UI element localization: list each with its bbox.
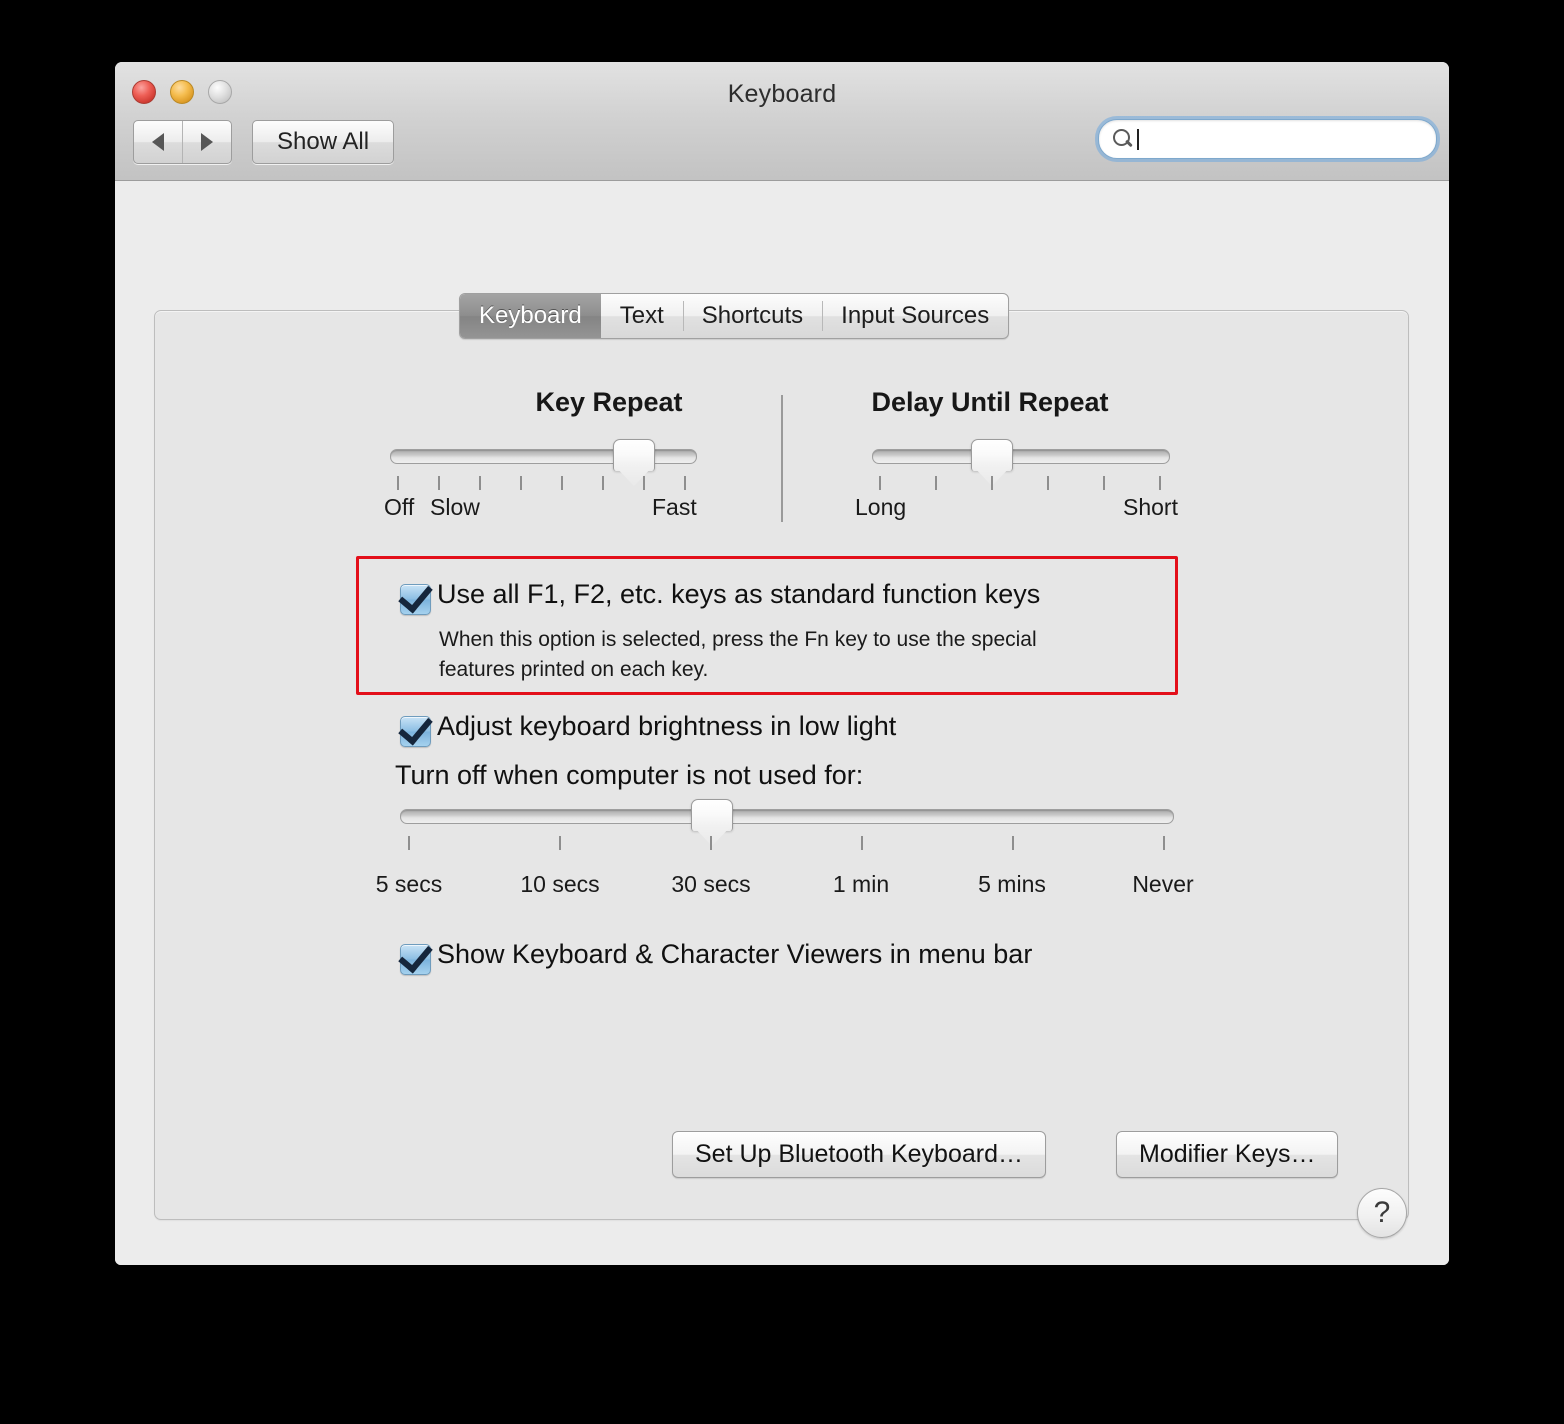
turn-off-slider-thumb[interactable] [691, 799, 733, 831]
turn-off-tick-label: 30 secs [671, 871, 751, 897]
tab-bar[interactable]: Keyboard Text Shortcuts Input Sources [459, 293, 1010, 339]
turn-off-tick [1012, 836, 1014, 850]
delay-tick [1103, 476, 1105, 490]
delay-tick [935, 476, 937, 490]
back-arrow-icon [152, 133, 164, 151]
delay-tick [1047, 476, 1049, 490]
turn-off-tick-label: 1 min [832, 871, 890, 897]
key-repeat-tick [520, 476, 522, 490]
viewers-checkbox[interactable] [400, 944, 431, 975]
key-repeat-label-fast: Fast [652, 494, 697, 520]
keyboard-preferences-window: Keyboard Show All Keyboard Text Shortcut… [115, 62, 1449, 1265]
turn-off-tick [710, 836, 712, 850]
turn-off-tick [559, 836, 561, 850]
help-button[interactable]: ? [1357, 1188, 1407, 1238]
window-title: Keyboard [727, 80, 837, 108]
show-all-button[interactable]: Show All [252, 120, 395, 164]
modifier-keys-button[interactable]: Modifier Keys… [1116, 1131, 1339, 1178]
setup-bluetooth-keyboard-button[interactable]: Set Up Bluetooth Keyboard… [672, 1131, 1046, 1178]
preferences-body: Keyboard Text Shortcuts Input Sources Ke… [115, 181, 1449, 1265]
back-button[interactable] [134, 121, 183, 163]
turn-off-tick-label: 10 secs [520, 871, 600, 897]
delay-label-long: Long [855, 494, 907, 520]
turn-off-tick [1163, 836, 1165, 850]
turn-off-tick-label: Never [1132, 871, 1194, 897]
fn-keys-label: Use all F1, F2, etc. keys as standard fu… [437, 579, 1041, 609]
fn-keys-description-line-2: features printed on each key. [439, 658, 709, 681]
turn-off-label: Turn off when computer is not used for: [395, 760, 864, 790]
delay-tick [991, 476, 993, 490]
window-titlebar: Keyboard Show All [115, 62, 1449, 181]
key-repeat-tick [479, 476, 481, 490]
key-repeat-title: Key Repeat [535, 387, 683, 417]
tab-text[interactable]: Text [601, 294, 683, 338]
delay-tick [1159, 476, 1161, 490]
tab-shortcuts[interactable]: Shortcuts [682, 294, 822, 338]
key-repeat-tick [397, 476, 399, 490]
delay-slider-track[interactable] [872, 449, 1170, 464]
key-repeat-tick [643, 476, 645, 490]
tab-keyboard[interactable]: Keyboard [460, 294, 601, 338]
key-repeat-slider-thumb[interactable] [613, 439, 655, 471]
key-repeat-tick [602, 476, 604, 490]
navigation-segmented-control[interactable] [133, 120, 232, 164]
turn-off-tick [861, 836, 863, 850]
brightness-checkbox[interactable] [400, 716, 431, 747]
delay-tick [879, 476, 881, 490]
search-field[interactable] [1098, 119, 1437, 159]
key-repeat-label-slow: Slow [430, 494, 480, 520]
search-input[interactable] [1138, 127, 1436, 151]
key-repeat-tick [438, 476, 440, 490]
delay-label-short: Short [1123, 494, 1178, 520]
delay-until-repeat-title: Delay Until Repeat [871, 387, 1109, 417]
key-repeat-tick [561, 476, 563, 490]
fn-keys-description-line-1: When this option is selected, press the … [439, 628, 1037, 651]
viewers-label: Show Keyboard & Character Viewers in men… [437, 939, 1033, 969]
brightness-label: Adjust keyboard brightness in low light [437, 711, 897, 741]
delay-slider-thumb[interactable] [971, 439, 1013, 471]
turn-off-tick [408, 836, 410, 850]
fn-keys-checkbox[interactable] [400, 584, 431, 615]
forward-arrow-icon [201, 133, 213, 151]
forward-button[interactable] [183, 121, 231, 163]
turn-off-tick-label: 5 mins [978, 871, 1046, 897]
turn-off-tick-label: 5 secs [375, 871, 443, 897]
key-repeat-label-off: Off [384, 494, 415, 520]
turn-off-slider-track[interactable] [400, 809, 1174, 824]
tab-input-sources[interactable]: Input Sources [822, 294, 1008, 338]
search-icon [1111, 128, 1133, 150]
key-repeat-tick [684, 476, 686, 490]
